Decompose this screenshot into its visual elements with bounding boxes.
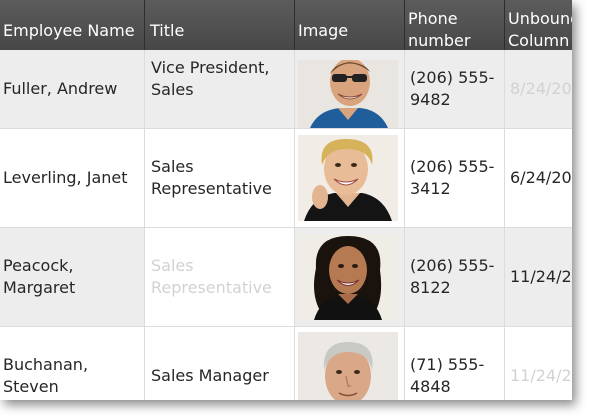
image-cell[interactable] <box>295 327 405 400</box>
phone-cell[interactable]: (71) 555-4848 <box>405 327 505 400</box>
employee-photo <box>298 332 398 400</box>
title-cell[interactable]: Sales Representative <box>145 129 295 227</box>
image-cell[interactable] <box>295 129 405 227</box>
phone-cell[interactable]: (206) 555-8122 <box>405 228 505 326</box>
employee-photo <box>298 60 398 128</box>
column-header-phone-number-label: Phone number <box>408 9 471 50</box>
table-row[interactable]: Peacock, Margaret Sales Representative (… <box>0 228 572 327</box>
employee-name-text: Peacock, Margaret <box>3 256 76 297</box>
employee-name-cell[interactable]: Peacock, Margaret <box>0 228 145 326</box>
title-text: Vice President, Sales <box>151 58 270 99</box>
unbound-cell[interactable]: 8/24/20 <box>505 50 572 128</box>
title-cell[interactable]: Vice President, Sales <box>145 50 295 128</box>
employee-photo <box>298 234 398 320</box>
employee-name-cell[interactable]: Fuller, Andrew <box>0 50 145 128</box>
unbound-cell[interactable]: 6/24/20 <box>505 129 572 227</box>
table-row[interactable]: Buchanan, Steven Sales Manager (71) 555-… <box>0 327 572 400</box>
employee-name-cell[interactable]: Buchanan, Steven <box>0 327 145 400</box>
phone-cell[interactable]: (206) 555-9482 <box>405 50 505 128</box>
image-cell[interactable] <box>295 50 405 128</box>
grid-window: Employee Name Title Image Phone number U… <box>0 0 572 400</box>
phone-text: (71) 555-4848 <box>410 355 485 396</box>
title-cell[interactable]: Sales Manager <box>145 327 295 400</box>
image-cell[interactable] <box>295 228 405 326</box>
phone-text: (206) 555-3412 <box>410 157 495 198</box>
phone-text: (206) 555-8122 <box>410 256 495 297</box>
unbound-cell[interactable]: 11/24/2 <box>505 228 572 326</box>
table-row[interactable]: Fuller, Andrew Vice President, Sales (20… <box>0 50 572 129</box>
title-text: Sales Representative <box>151 256 272 297</box>
title-cell[interactable]: Sales Representative <box>145 228 295 326</box>
phone-cell[interactable]: (206) 555-3412 <box>405 129 505 227</box>
employee-photo <box>298 135 398 221</box>
unbound-cell[interactable]: 11/24/2 <box>505 327 572 400</box>
column-header-unbound-column-label: Unbound Column <box>508 9 572 50</box>
employee-name-cell[interactable]: Leverling, Janet <box>0 129 145 227</box>
phone-text: (206) 555-9482 <box>410 68 495 109</box>
title-text: Sales Representative <box>151 157 272 198</box>
table-row[interactable]: Leverling, Janet Sales Representative (2… <box>0 129 572 228</box>
